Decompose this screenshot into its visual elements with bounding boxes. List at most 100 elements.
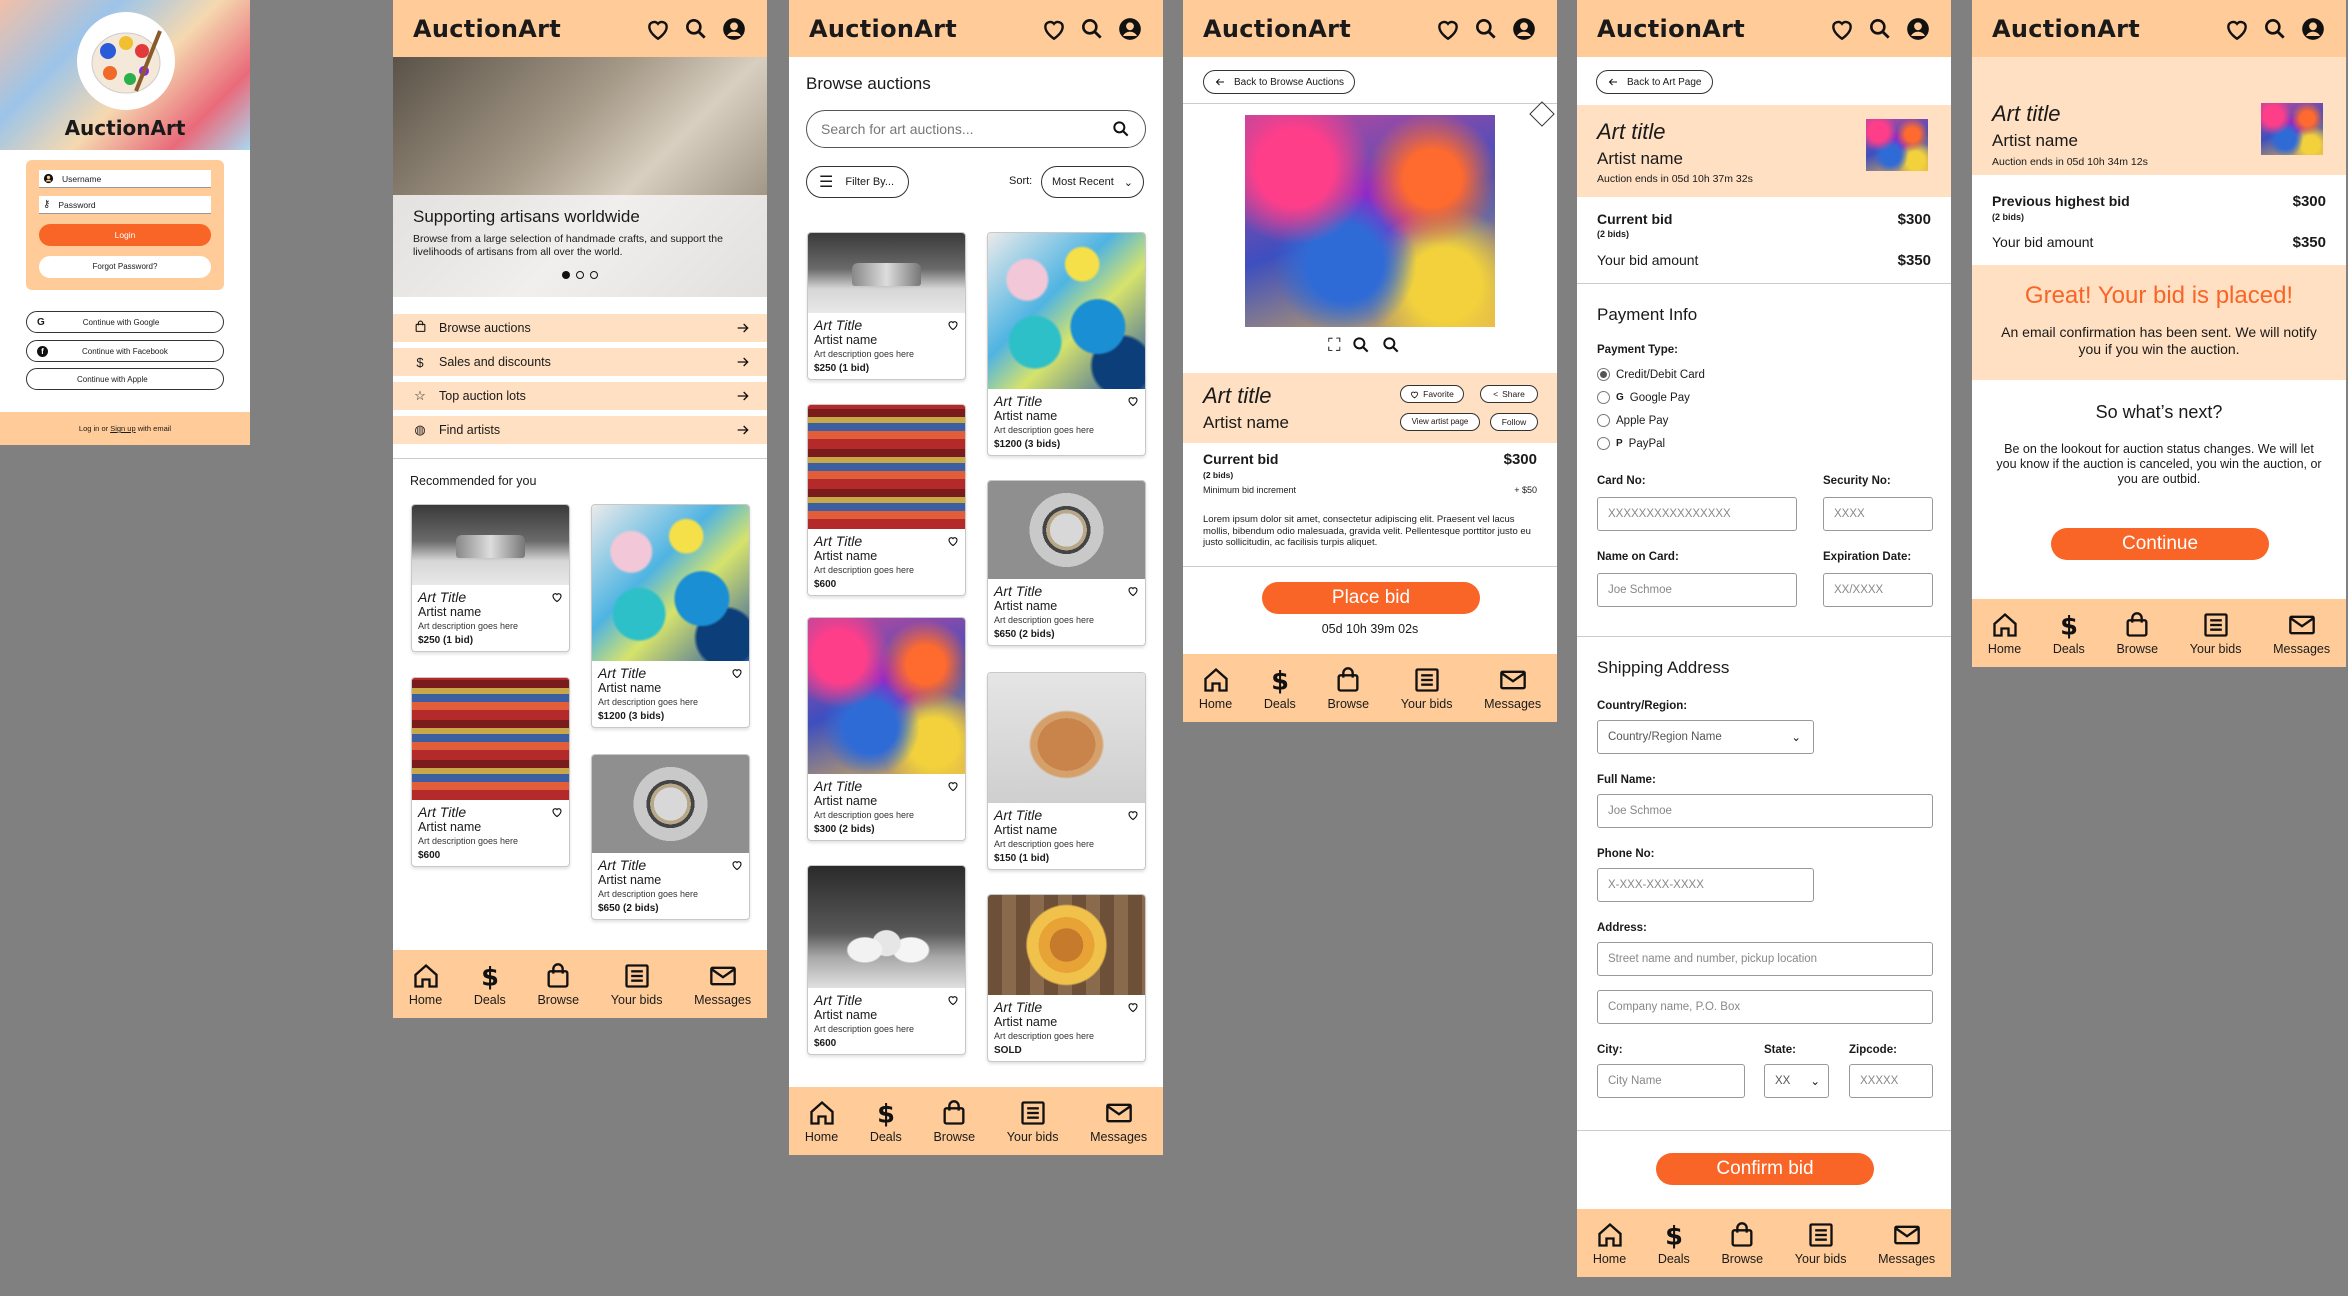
sign-up-link[interactable]: Sign up [110,424,135,433]
nav-item-deals[interactable]: Deals [1658,1221,1690,1266]
menu-item-top-auction-lots[interactable]: ☆ Top auction lots [393,382,767,410]
heart-icon[interactable] [1127,809,1139,821]
continue-button[interactable]: Continue [2051,528,2269,560]
account-icon[interactable] [1117,16,1143,42]
back-to-browse-button[interactable]: Back to Browse Auctions [1203,70,1356,94]
address-line2-input[interactable]: Company name, P.O. Box [1597,990,1933,1024]
menu-item-sales-and-discounts[interactable]: $ Sales and discounts [393,348,767,376]
nav-item-deals[interactable]: Deals [870,1099,902,1144]
nav-item-your-bids[interactable]: Your bids [1007,1099,1058,1144]
art-card[interactable]: Art Title Artist name Art description goes… [987,480,1146,646]
heart-icon[interactable] [1127,585,1139,597]
payment-option-paypal[interactable]: P PayPal [1597,437,1665,450]
nav-item-home[interactable]: Home [805,1099,838,1144]
heart-icon[interactable] [2224,16,2250,42]
view-artist-button[interactable]: View artist page [1400,413,1480,431]
heart-icon[interactable] [645,16,671,42]
heart-icon[interactable] [551,591,563,603]
phone-input[interactable]: X-XXX-XXX-XXXX [1597,868,1814,902]
account-icon[interactable] [1905,16,1931,42]
google-button[interactable]: G Continue with Google [26,311,224,333]
nav-item-home[interactable]: Home [1593,1221,1626,1266]
heart-icon[interactable] [1435,16,1461,42]
menu-item-browse-auctions[interactable]: Browse auctions [393,314,767,342]
nav-item-browse[interactable]: Browse [933,1099,975,1144]
art-card[interactable]: Art Title Artist name Art description goes… [987,672,1146,870]
fullscreen-icon[interactable]: ⛶ [1328,335,1341,356]
nav-item-your-bids[interactable]: Your bids [1401,666,1452,711]
expiration-input[interactable]: XX/XXXX [1823,573,1933,607]
heart-icon[interactable] [947,994,959,1006]
app-logo[interactable]: AuctionArt [1203,15,1351,43]
heart-icon[interactable] [947,780,959,792]
art-card[interactable]: Art Title Artist name Art description goes… [807,865,966,1055]
app-logo[interactable]: AuctionArt [1992,15,2140,43]
nav-item-home[interactable]: Home [1988,611,2021,656]
city-input[interactable]: City Name [1597,1064,1745,1098]
nav-item-browse[interactable]: Browse [1327,666,1369,711]
hero-banner[interactable]: Supporting artisans worldwide Browse fro… [393,57,767,297]
nav-item-browse[interactable]: Browse [537,962,579,1007]
zip-input[interactable]: XXXXX [1849,1064,1933,1098]
state-select[interactable]: XX ⌄ [1764,1064,1829,1098]
radio-button[interactable] [1597,391,1610,404]
zoom-in-icon[interactable] [1351,335,1371,355]
place-bid-button[interactable]: Place bid [1262,582,1480,614]
search-icon[interactable] [1079,16,1105,42]
share-button[interactable]: < Share [1480,385,1538,403]
artwork-image[interactable] [1245,115,1495,327]
app-logo[interactable]: AuctionArt [413,15,561,43]
sort-select[interactable]: Most Recent ⌄ [1041,166,1144,198]
favorite-button[interactable]: Favorite [1400,385,1464,403]
nav-item-browse[interactable]: Browse [1721,1221,1763,1266]
back-to-art-button[interactable]: Back to Art Page [1596,70,1713,94]
heart-icon[interactable] [1041,16,1067,42]
heart-icon[interactable] [1127,395,1139,407]
search-icon[interactable] [2262,16,2288,42]
carousel-dots[interactable] [413,271,747,279]
apple-button[interactable]: Continue with Apple [26,368,224,390]
radio-button[interactable] [1597,414,1610,427]
nav-item-deals[interactable]: Deals [1264,666,1296,711]
nav-item-messages[interactable]: Messages [2273,611,2330,656]
payment-option-credit-debit-card[interactable]: Credit/Debit Card [1597,368,1705,381]
nav-item-messages[interactable]: Messages [1878,1221,1935,1266]
radio-button[interactable] [1597,368,1610,381]
forgot-password-button[interactable]: Forgot Password? [39,256,211,278]
name-on-card-input[interactable]: Joe Schmoe [1597,573,1797,607]
payment-option-google-pay[interactable]: G Google Pay [1597,391,1690,404]
app-logo[interactable]: AuctionArt [1597,15,1745,43]
nav-item-messages[interactable]: Messages [694,962,751,1007]
menu-item-find-artists[interactable]: ◍ Find artists [393,416,767,444]
confirm-bid-button[interactable]: Confirm bid [1656,1153,1874,1185]
search-icon[interactable] [683,16,709,42]
password-field[interactable]: ⚷ Password [39,196,211,214]
radio-button[interactable] [1597,437,1610,450]
art-card[interactable]: Art Title Artist name Art description goes… [591,504,750,728]
art-card[interactable]: Art Title Artist name Art description goes… [411,504,570,652]
art-card[interactable]: Art Title Artist name Art description goes… [987,894,1146,1062]
login-button[interactable]: Login [39,224,211,246]
search-icon[interactable] [1473,16,1499,42]
heart-icon[interactable] [947,535,959,547]
payment-option-apple-pay[interactable]: Apple Pay [1597,414,1668,427]
nav-item-home[interactable]: Home [1199,666,1232,711]
account-icon[interactable] [2300,16,2326,42]
heart-icon[interactable] [731,859,743,871]
search-icon[interactable] [1111,119,1131,139]
card-no-input[interactable]: XXXXXXXXXXXXXXXX [1597,497,1797,531]
art-card[interactable]: Art Title Artist name Art description goes… [807,232,966,380]
heart-icon[interactable] [551,806,563,818]
nav-item-your-bids[interactable]: Your bids [611,962,662,1007]
heart-icon[interactable] [731,667,743,679]
art-card[interactable]: Art Title Artist name Art description goes… [591,754,750,920]
zoom-out-icon[interactable] [1381,335,1401,355]
username-field[interactable]: Username [39,170,211,188]
heart-icon[interactable] [947,319,959,331]
nav-item-deals[interactable]: Deals [474,962,506,1007]
address-line1-input[interactable]: Street name and number, pickup location [1597,942,1933,976]
art-card[interactable]: Art Title Artist name Art description goes… [807,404,966,596]
full-name-input[interactable]: Joe Schmoe [1597,794,1933,828]
country-select[interactable]: Country/Region Name ⌄ [1597,720,1814,754]
art-card[interactable]: Art Title Artist name Art description goes… [987,232,1146,456]
